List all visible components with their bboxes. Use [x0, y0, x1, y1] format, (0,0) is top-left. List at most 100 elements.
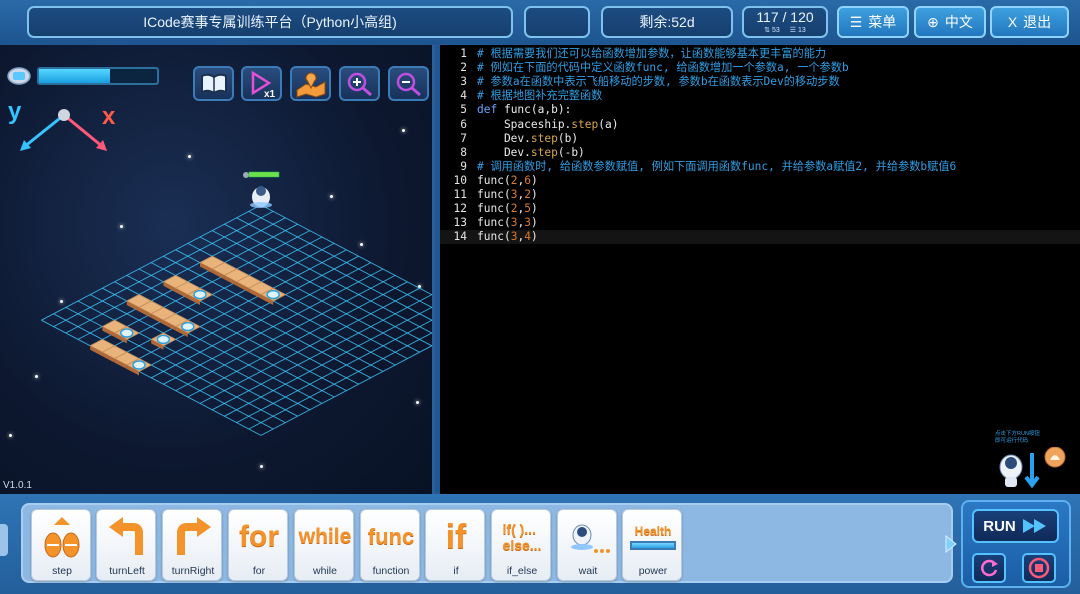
stat-a-value: 53 — [772, 27, 780, 34]
fast-forward-icon — [1022, 519, 1046, 533]
close-icon: X — [1007, 14, 1018, 30]
code-text: # 例如在下面的代码中定义函数func, 给函数增加一个参数a, 一个参数b — [477, 61, 849, 75]
code-text: # 调用函数时, 给函数参数赋值, 例如下面调用函数func, 并给参数a赋值2… — [477, 159, 957, 173]
game-view[interactable]: x1 y x V1.0.1 — [0, 45, 435, 494]
code-line[interactable]: 14 func(3,4) — [440, 230, 1080, 245]
chevron-right-icon[interactable] — [944, 534, 958, 554]
code-text: Dev.step(b) — [477, 131, 579, 145]
grid-line — [260, 204, 432, 296]
run-button[interactable]: RUN — [972, 509, 1059, 543]
code-line[interactable]: 2 # 例如在下面的代码中定义函数func, 给函数增加一个参数a, 一个参数b — [440, 61, 1080, 75]
code-text: # 参数a在函数中表示飞船移动的步数, 参数b在函数表示Dev的移动步数 — [477, 75, 840, 89]
reset-button[interactable] — [972, 553, 1006, 583]
code-line[interactable]: 12 func(2,5) — [440, 202, 1080, 216]
run-label: RUN — [983, 517, 1016, 535]
refresh-icon — [981, 559, 998, 577]
code-line[interactable]: 13 func(3,3) — [440, 216, 1080, 230]
block-turnright[interactable]: turnRight — [162, 509, 222, 581]
block-label: if_else — [506, 565, 538, 577]
code-line[interactable]: 4 # 根据地图补充完整函数 — [440, 89, 1080, 103]
block-function[interactable]: func function — [360, 509, 420, 581]
block-label: turnRight — [171, 565, 215, 577]
line-number: 3 — [460, 75, 467, 89]
health-bar-icon: Health — [623, 512, 683, 562]
block-wait[interactable]: wait — [557, 509, 617, 581]
code-line[interactable]: 10 func(2,6) — [440, 174, 1080, 188]
level-progress-count: 117 / 120 — [756, 9, 814, 25]
line-number: 4 — [460, 89, 467, 103]
language-label: 中文 — [944, 14, 973, 30]
block-label: step — [52, 565, 72, 577]
code-line[interactable]: 9 # 调用函数时, 给函数参数赋值, 例如下面调用函数func, 并给参数a赋值… — [440, 160, 1080, 174]
code-line[interactable]: 1 # 根据需要我们还可以给函数增加参数，让函数能够基本更丰富的能力 — [440, 47, 1080, 61]
palette-left-handle[interactable] — [0, 524, 8, 556]
block-label: if — [453, 565, 459, 577]
line-number: 2 — [460, 61, 467, 75]
dev-robot-sprite — [266, 289, 280, 300]
version-label: V1.0.1 — [3, 480, 32, 491]
block-if[interactable]: if if — [425, 509, 485, 581]
stat-a-icon: ⇅ — [764, 27, 771, 34]
code-line[interactable]: 8 Dev.step(-b) — [440, 146, 1080, 160]
app-window: ICode赛事专属训练平台（Python小高组) 剩余:52d 117 / 12… — [0, 0, 1080, 594]
code-text: func(3,4) — [477, 230, 538, 244]
level-progress[interactable]: 117 / 120 ⇅ 53 ☰ 13 — [742, 6, 828, 38]
dev-robot-sprite — [120, 328, 134, 338]
block-if-else[interactable]: if( )... else... if_else — [491, 509, 551, 581]
axis-indicator — [20, 109, 107, 151]
stop-icon — [1028, 557, 1050, 579]
command-palette: step turnLeft turnRight for for while while fun… — [21, 503, 953, 583]
run-controls: RUN — [961, 500, 1071, 588]
stat-b-value: 13 — [798, 27, 806, 34]
code-text: func(2,5) — [477, 202, 538, 216]
block-turnleft[interactable]: turnLeft — [96, 509, 156, 581]
run-hint: 点击下方RUN按钮 即可运行代码 — [995, 431, 1040, 445]
block-step[interactable]: step — [31, 509, 91, 581]
line-number: 8 — [460, 145, 467, 159]
stat-b-icon: ☰ — [789, 27, 797, 34]
code-text: def func(a,b): — [477, 103, 572, 117]
line-number: 14 — [453, 230, 467, 244]
grid-line — [248, 211, 432, 309]
while-loop-icon: while — [298, 525, 352, 548]
language-button[interactable]: ⊕ 中文 — [914, 6, 986, 38]
game-board — [20, 109, 432, 436]
stop-button[interactable] — [1022, 553, 1056, 583]
grid-line — [248, 332, 432, 430]
turn-left-icon — [97, 512, 157, 562]
run-hint-line: 点击下方RUN按钮 — [995, 431, 1040, 437]
line-number: 5 — [460, 103, 467, 117]
menu-button[interactable]: ☰ 菜单 — [837, 6, 909, 38]
block-label: function — [372, 565, 410, 577]
platforms — [89, 255, 287, 376]
code-text: func(2,6) — [477, 173, 538, 187]
code-line[interactable]: 3 # 参数a在函数中表示飞船移动的步数, 参数b在函数表示Dev的移动步数 — [440, 75, 1080, 89]
code-editor[interactable]: 1 # 根据需要我们还可以给函数增加参数，让函数能够基本更丰富的能力 2 # 例如在下… — [440, 45, 1080, 494]
globe-icon: ⊕ — [927, 13, 939, 30]
block-label: turnLeft — [109, 565, 145, 577]
block-label: while — [313, 565, 337, 577]
dev-robot-sprite — [193, 289, 207, 300]
if-else-icon: if( )... else... — [502, 520, 542, 553]
code-text: Dev.step(-b) — [477, 145, 585, 159]
exit-button[interactable]: X 退出 — [990, 6, 1069, 38]
level-progress-stats: ⇅ 53 ☰ 13 — [764, 27, 806, 34]
block-while[interactable]: while while — [294, 509, 354, 581]
dev-robot-sprite — [156, 334, 171, 345]
bottom-toolbar: step turnLeft turnRight for for while while fun… — [0, 494, 1080, 594]
spaceship-sprite — [243, 171, 280, 208]
helper-robot-icon[interactable] — [995, 447, 1075, 493]
block-for[interactable]: for for — [228, 509, 288, 581]
footsteps-icon — [32, 512, 92, 562]
code-line[interactable]: 11 func(3,2) — [440, 188, 1080, 202]
block-power[interactable]: Health power — [622, 509, 682, 581]
menu-icon: ☰ — [849, 13, 863, 30]
line-number: 10 — [453, 173, 467, 187]
wait-icon — [558, 512, 618, 562]
code-line[interactable]: 7 Dev.step(b) — [440, 132, 1080, 146]
line-number: 7 — [460, 131, 467, 145]
code-line[interactable]: 5 def func(a,b): — [440, 103, 1080, 117]
line-number: 11 — [453, 188, 467, 201]
turn-right-icon — [163, 512, 223, 562]
code-line[interactable]: 6 Spaceship.step(a) — [440, 118, 1080, 132]
